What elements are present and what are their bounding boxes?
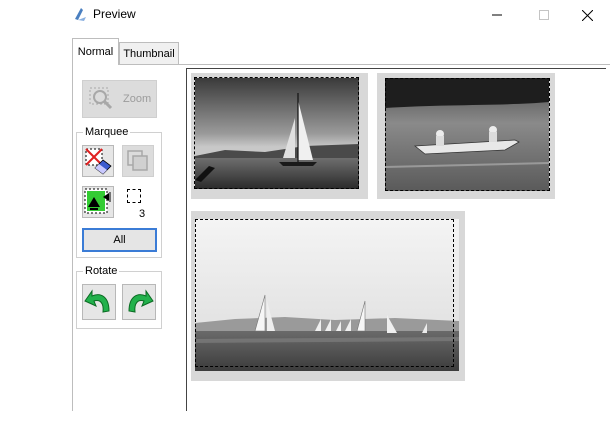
title-bar: Preview: [0, 0, 610, 30]
close-icon: [581, 9, 593, 21]
maximize-icon: [539, 10, 549, 20]
auto-marquee-button[interactable]: [82, 186, 114, 218]
tab-thumbnail[interactable]: Thumbnail: [119, 42, 179, 65]
duplicate-marquee-button[interactable]: [122, 145, 154, 177]
marquee-count: 3: [139, 208, 146, 220]
scan-preview-area[interactable]: [186, 68, 606, 411]
marquee-count-icon: [127, 189, 141, 203]
delete-marquee-button[interactable]: [82, 145, 114, 177]
rotate-right-button[interactable]: [122, 284, 156, 320]
rotate-group-label: Rotate: [83, 265, 120, 277]
eraser-marquee-icon: [85, 148, 112, 175]
tab-normal[interactable]: Normal: [72, 38, 119, 65]
maximize-button[interactable]: [521, 0, 567, 30]
rotate-left-button[interactable]: [82, 284, 116, 320]
zoom-label: Zoom: [123, 93, 152, 105]
marquee-selection[interactable]: [195, 219, 454, 367]
app-icon: [75, 8, 86, 21]
rotate-right-icon: [128, 289, 154, 313]
marquee-selection[interactable]: [385, 78, 550, 191]
marquee-group-label: Marquee: [83, 126, 131, 138]
minimize-icon: [492, 14, 502, 16]
zoom-button[interactable]: Zoom: [82, 80, 157, 118]
rotate-left-icon: [84, 289, 110, 313]
select-all-button[interactable]: All: [82, 228, 157, 252]
close-button[interactable]: [564, 0, 610, 30]
copy-marquee-icon: [127, 150, 148, 171]
minimize-button[interactable]: [474, 0, 520, 30]
marquee-selection[interactable]: [194, 77, 359, 189]
auto-detect-icon: [84, 188, 111, 214]
zoom-icon: [89, 87, 113, 110]
window-title: Preview: [93, 7, 136, 21]
